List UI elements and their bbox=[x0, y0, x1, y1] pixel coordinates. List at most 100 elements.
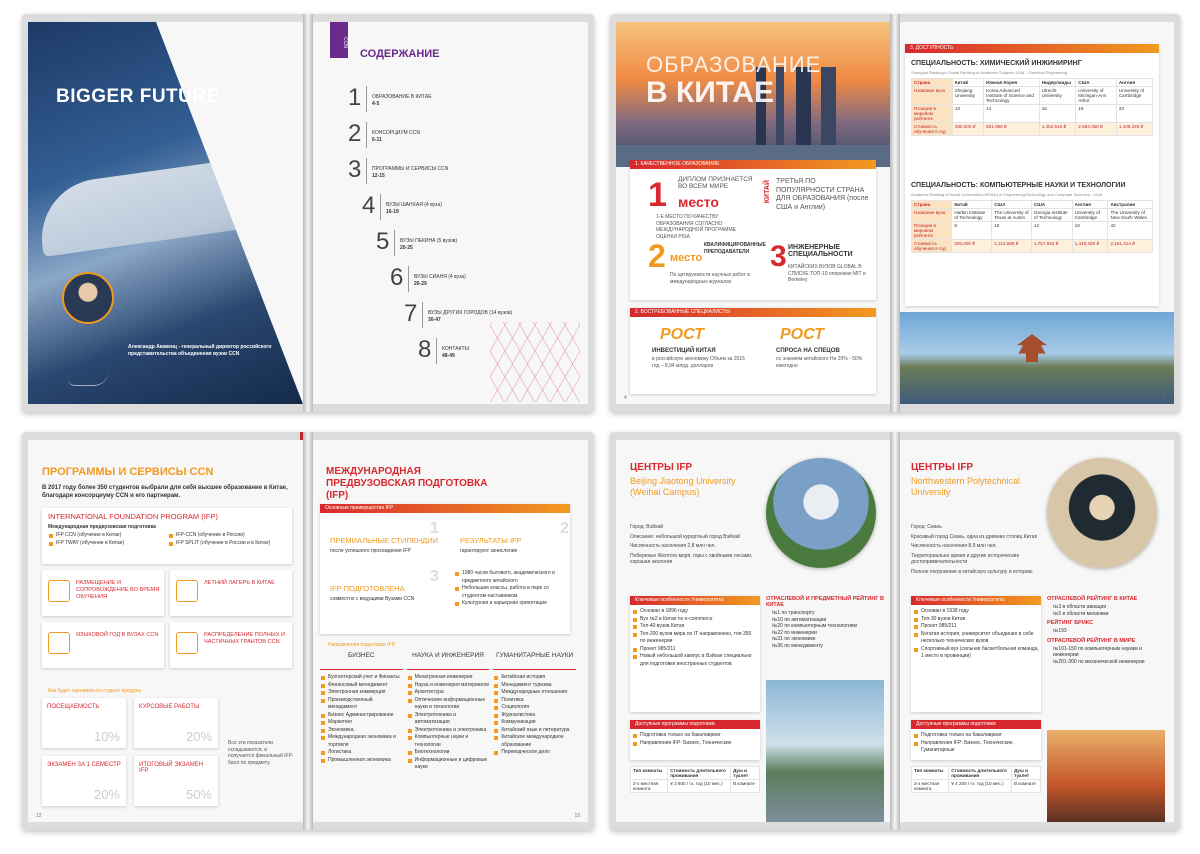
toc-entry[interactable]: 2 КОНСОРЦИУМ CCN 6-11 bbox=[324, 120, 574, 152]
feature-item: Вуз №2 в Китае по e-commerce bbox=[632, 616, 758, 624]
section-bar: 2. ВОСТРЕБОВАННЫЕ СПЕЦИАЛИСТЫ bbox=[630, 308, 876, 317]
advantage-title: РЕЗУЛЬТАТЫ IFP bbox=[460, 536, 522, 545]
table-cs: Страна Китай США США Англия Австралия Название… bbox=[910, 200, 1153, 253]
university-name: Northwestern Polytechnical University bbox=[911, 476, 1021, 497]
table-cell: Utrecht University bbox=[1038, 86, 1077, 105]
toc-line bbox=[422, 302, 423, 328]
programs-card: Доступные программы подготовки Подготовка… bbox=[911, 720, 1041, 760]
ranking-title: ОТРАСЛЕВОЙ РЕЙТИНГ В МИРЕ bbox=[1047, 637, 1136, 644]
ifp-title: INTERNATIONAL FOUNDATION PROGRAM (IFP) bbox=[48, 512, 218, 521]
feature-item: Основан в 1938 году bbox=[913, 608, 1039, 616]
table-cell: Название вуза bbox=[910, 208, 953, 222]
toc-title: ПРОГРАММЫ И СЕРВИСЫ CCN bbox=[372, 166, 449, 172]
housing-header-cell: Душ и туалет bbox=[1011, 766, 1041, 780]
toc-number: 8 bbox=[418, 336, 432, 363]
table-header-cell: США bbox=[991, 200, 1032, 209]
direction-item: Журналистика bbox=[493, 712, 576, 720]
table-cell: 200,000 ₽ bbox=[951, 239, 993, 253]
direction-item: Международные отношения bbox=[493, 689, 576, 697]
hex-pattern bbox=[490, 322, 580, 402]
direction-item: Биотехнологии bbox=[407, 749, 490, 757]
housing-row: 2-х местная комната ¥ 3 600 / гх. год (10… bbox=[629, 779, 760, 793]
toc-line bbox=[366, 158, 367, 184]
spine bbox=[303, 14, 313, 412]
advantage-list: 1080 часов бытового, академического и пр… bbox=[454, 570, 566, 608]
service-icon bbox=[48, 632, 70, 654]
table-row: Стоимость обучения в год 280,000 ₽501,966… bbox=[911, 122, 1154, 136]
service-card[interactable]: ЯЗЫКОВОЙ ГОД В ВУЗАХ CCN bbox=[42, 622, 164, 668]
table-header-cell: США bbox=[1030, 200, 1073, 209]
fact-line: Город: Вэйхай bbox=[630, 524, 663, 530]
features-card: Ключевые особенности Университета: Основа… bbox=[911, 596, 1041, 712]
service-label: ЯЗЫКОВОЙ ГОД В ВУЗАХ CCN bbox=[76, 632, 159, 638]
direction-item: Китайский язык и литература bbox=[493, 727, 576, 735]
direction-item: Компьютерные науки и технологии bbox=[407, 734, 490, 749]
ifp-item: IFP CCN (обучение в Китае) bbox=[48, 532, 168, 540]
grade-note: Все эти показатели складываются, и получ… bbox=[228, 740, 294, 766]
direction-item: Оптические информационные науки и технол… bbox=[407, 697, 490, 712]
toc-entry[interactable]: 6 ВУЗЫ СИАНЯ (4 вуза) 26-29 bbox=[324, 264, 574, 296]
fact-line: Описание: небольшой курортный город Вэйх… bbox=[630, 533, 740, 540]
fact3-top: КВАЛИФИЦИРОВАННЫЕ ПРЕПОДАВАТЕЛИ bbox=[704, 242, 766, 255]
feature-item: Основан в 1896 году bbox=[632, 608, 758, 616]
advantage-sub: после успешного прохождения IFP bbox=[330, 548, 411, 554]
campus-circle-photo bbox=[766, 458, 876, 568]
toc-pages: 4-5 bbox=[372, 101, 380, 107]
direction-heading: БИЗНЕС bbox=[320, 652, 403, 670]
toc-title: ВУЗЫ ШАНХАЯ (4 вуза) bbox=[386, 202, 442, 208]
service-card[interactable]: ЛЕТНИЙ ЛАГЕРЬ В КИТАЕ bbox=[170, 570, 292, 616]
spine bbox=[890, 14, 900, 412]
direction-item: Мехатронная инженерия bbox=[407, 674, 490, 682]
toc-line bbox=[408, 266, 409, 292]
toc-entry[interactable]: 1 ОБРАЗОВАНИЕ В КИТАЕ 4-5 bbox=[324, 84, 574, 116]
demand-card: 2. ВОСТРЕБОВАННЫЕ СПЕЦИАЛИСТЫ РОСТ ИНВЕС… bbox=[630, 308, 876, 394]
housing-table: Тип комнаты Стоимость длительного прожива… bbox=[910, 766, 1041, 793]
fact-line: Численность населения 8,9 млн чел. bbox=[911, 543, 997, 549]
table-row: Позиция в мировом рейтинге 13 14 16 19 23 bbox=[911, 104, 1154, 123]
feature-item: Спортивный вуз (сильная баскетбольная ко… bbox=[913, 646, 1039, 661]
fact2-text: ТРЕТЬЯ ПО ПОПУЛЯРНОСТИ СТРАНА ДЛЯ ОБРАЗО… bbox=[776, 178, 869, 211]
direction-column: ГУМАНИТАРНЫЕ НАУКИ Китайская история Менед… bbox=[493, 652, 577, 822]
ranking-item: №193 bbox=[1053, 628, 1067, 634]
toc-entry[interactable]: 4 ВУЗЫ ШАНХАЯ (4 вуза) 16-19 bbox=[324, 192, 574, 224]
feature-item: Проект 985/211 bbox=[913, 623, 1039, 631]
advantage-list-item: Небольшие классы, работа в паре со студе… bbox=[454, 585, 566, 600]
ranking-title: ОТРАСЛЕВОЙ И ПРЕДМЕТНЫЙ РЕЙТИНГ В КИТАЕ bbox=[766, 596, 884, 608]
toc-title: ВУЗЫ ПЕКИНА (5 вузов) bbox=[400, 238, 458, 244]
table-header-cell: Китай bbox=[951, 200, 993, 209]
advantages-card: Основные преимущества IFP 1 ПРЕМИАЛЬНЫЕ С… bbox=[320, 504, 570, 634]
toc-entry[interactable]: 5 ВУЗЫ ПЕКИНА (5 вузов) 20-25 bbox=[324, 228, 574, 260]
housing-cell: В комнате bbox=[1011, 779, 1041, 793]
feature-item: Новый небольшой кампус в Вэйхае специаль… bbox=[632, 653, 758, 668]
programs-card: Доступные программы подготовки Подготовка… bbox=[630, 720, 760, 760]
page-number: 13 bbox=[574, 813, 580, 819]
housing-cell: 2-х местная комната bbox=[910, 779, 950, 793]
service-card[interactable]: РАСПРЕДЕЛЕНИЕ ПОЛНЫХ И ЧАСТИЧНЫХ ГРАНТОВ… bbox=[170, 622, 292, 668]
direction-item: Менеджмент туризма bbox=[493, 682, 576, 690]
toc-pages: 26-29 bbox=[414, 281, 427, 287]
housing-cell: 2-х местная комната bbox=[629, 779, 669, 793]
direction-list: Мехатронная инженерия Наука и инженерия м… bbox=[407, 674, 490, 772]
table-header-cell: Англия bbox=[1071, 200, 1109, 209]
ifp-item: IFP-CCN (обучение в России) bbox=[168, 532, 288, 540]
direction-column: НАУКА И ИНЖЕНЕРИЯ Мехатронная инженерия На… bbox=[406, 652, 490, 822]
ifp-item: IFP TWAY (обучение в Китае) bbox=[48, 540, 168, 548]
direction-item: Экономика bbox=[320, 727, 403, 735]
feature-item: Топ-30 вузов Китая bbox=[913, 616, 1039, 624]
table-cell: 13 bbox=[951, 104, 985, 123]
toc-line bbox=[394, 230, 395, 256]
housing-row: 2-х местная комната ¥ 4 200 / гх. год (10… bbox=[910, 779, 1041, 793]
table-row: Стоимость обучения в год 200,000 ₽2,112,9… bbox=[910, 239, 1153, 253]
table-cell: Стоимость обучения в год bbox=[911, 122, 953, 136]
service-card[interactable]: РАЗМЕЩЕНИЕ И СОПРОВОЖДЕНИЕ ВО ВРЕМЯ ОБУЧ… bbox=[42, 570, 164, 616]
grade-percent: 20% bbox=[185, 729, 212, 744]
fact-line: Побережье Желтого моря, горы с хвойными … bbox=[630, 552, 753, 566]
housing-table: Тип комнаты Стоимость длительного прожива… bbox=[629, 766, 760, 793]
toc-entry[interactable]: 3 ПРОГРАММЫ И СЕРВИСЫ CCN 12-15 bbox=[324, 156, 574, 188]
table-cell: Позиция в мировом рейтинге bbox=[911, 104, 953, 123]
toc-pages: 16-19 bbox=[386, 209, 399, 215]
grade-label: КУРСОВЫЕ РАБОТЫ bbox=[139, 704, 200, 710]
growth2-title: СПРОСА НА СПЕЦОВ bbox=[776, 348, 840, 354]
ifp-heading: МЕЖДУНАРОДНАЯ ПРЕДВУЗОВСКАЯ ПОДГОТОВКА (… bbox=[326, 466, 488, 501]
direction-item: Китайское международное образование bbox=[493, 734, 576, 749]
